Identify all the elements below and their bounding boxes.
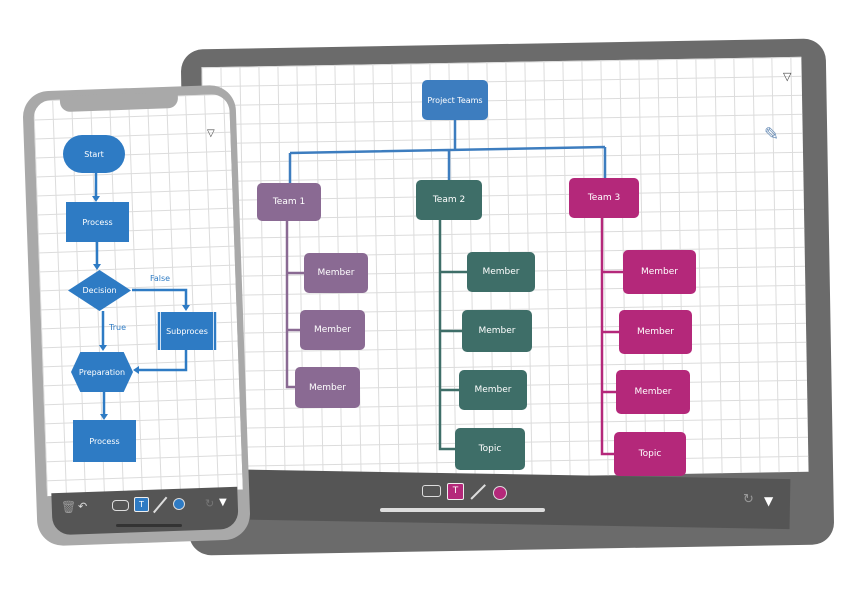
process-node[interactable]: Process xyxy=(73,420,136,462)
subprocess-node[interactable]: Subproces xyxy=(157,312,217,350)
true-label: True xyxy=(109,323,126,332)
color-tool[interactable] xyxy=(173,498,185,510)
text-tool[interactable]: T xyxy=(134,497,149,512)
start-node[interactable]: Start xyxy=(63,135,125,173)
undo-icon[interactable]: ↶ xyxy=(78,500,87,513)
redo-icon[interactable]: ↻ xyxy=(205,497,214,510)
process-node[interactable]: Process xyxy=(66,202,129,242)
rectangle-tool[interactable] xyxy=(112,500,129,511)
dropdown-icon[interactable]: ▼ xyxy=(219,497,227,508)
false-label: False xyxy=(150,274,171,283)
preparation-node[interactable]: Preparation xyxy=(71,352,133,392)
phone-connectors xyxy=(92,173,190,420)
trash-icon[interactable]: 🗑 xyxy=(61,500,76,514)
